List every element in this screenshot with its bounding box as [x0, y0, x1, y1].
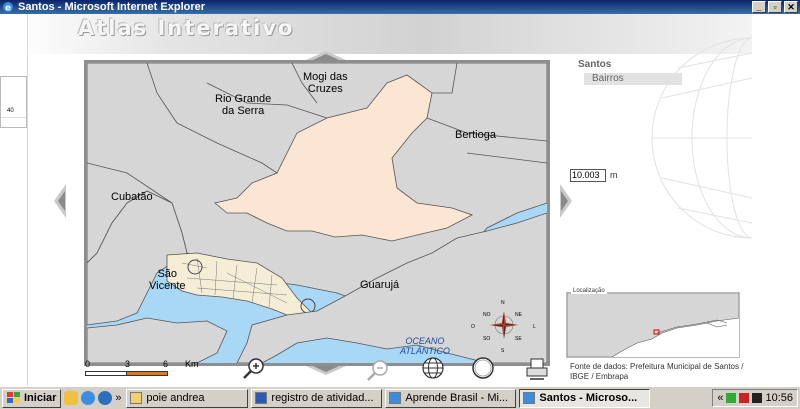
compass-so: SO — [483, 336, 491, 342]
network-icon[interactable] — [726, 393, 737, 403]
ie-icon — [389, 392, 402, 404]
label-rio-grande-da-serra: Rio Grande da Serra — [215, 93, 272, 117]
pan-left-arrow[interactable] — [52, 184, 66, 218]
start-button[interactable]: Iniciar — [2, 388, 62, 408]
label-oceano-atlantico: OCEANO ATLÂNTICO — [400, 336, 450, 356]
tray-chevron[interactable]: « — [717, 392, 723, 404]
task-registro-de-atividades[interactable]: registro de atividad... — [251, 388, 383, 408]
compass-l: L — [533, 324, 536, 330]
bairros-button[interactable]: Bairros — [584, 73, 682, 85]
zoom-scale-input[interactable]: 10.003 — [570, 169, 606, 182]
taskbar: Iniciar » poie andrea registro de ativid… — [0, 386, 800, 409]
svg-text:e: e — [5, 4, 11, 14]
start-label: Iniciar — [24, 392, 57, 404]
zoom-unit: m — [610, 170, 618, 180]
scale-thumbnail[interactable]: 40 — [0, 76, 27, 128]
minimize-button[interactable]: _ — [752, 1, 766, 13]
word-icon — [255, 392, 268, 404]
scale-bar: 0 3 6 Km — [83, 359, 199, 389]
close-button[interactable]: ✕ — [784, 1, 798, 13]
location-minimap[interactable]: Localização — [566, 288, 740, 358]
task-label: registro de atividad... — [271, 392, 374, 404]
windows-logo-icon — [7, 392, 20, 403]
clock-tool[interactable] — [470, 356, 496, 382]
task-label: poie andrea — [146, 392, 205, 404]
pan-up-arrow[interactable] — [301, 50, 351, 60]
compass-se: SE — [515, 336, 522, 342]
maximize-button[interactable]: ▫ — [768, 1, 782, 13]
scale-tick-3: 3 — [125, 359, 131, 369]
compass-n: N — [501, 300, 505, 306]
ie-icon: e — [3, 2, 13, 14]
label-bertioga: Bertioga — [455, 129, 496, 141]
system-tray: « 10:56 — [712, 389, 798, 407]
task-poie-andrea[interactable]: poie andrea — [126, 388, 249, 408]
map-drawing — [87, 63, 547, 363]
compass-o: O — [471, 324, 475, 330]
label-sao-vicente: São Vicente — [149, 268, 186, 292]
volume-icon[interactable] — [752, 393, 763, 403]
scale-value: 40 — [7, 108, 14, 114]
label-guaruja: Guarujá — [360, 279, 400, 291]
quicklaunch-browser-icon[interactable] — [98, 391, 113, 405]
globe-tool[interactable] — [420, 356, 446, 382]
app-title: Atlas Interativo — [78, 16, 295, 40]
city-name: Santos — [578, 59, 612, 70]
task-santos-active[interactable]: Santos - Microso... — [519, 388, 651, 408]
window-title: Santos - Microsoft Internet Explorer — [18, 1, 206, 13]
task-aprende-brasil[interactable]: Aprende Brasil - Mi... — [385, 388, 517, 408]
clock: 10:56 — [765, 392, 793, 404]
label-mogi-das-cruzes: Mogi das Cruzes — [303, 71, 348, 95]
task-label: Aprende Brasil - Mi... — [405, 392, 509, 404]
zoom-in-tool[interactable] — [241, 356, 267, 382]
compass-ne: NE — [515, 312, 522, 318]
location-label: Localização — [571, 288, 607, 294]
atlas-app: Atlas Interativo Mogi das Cruzes Rio Gra… — [28, 14, 752, 386]
ie-icon — [523, 392, 536, 404]
scale-tick-0: 0 — [85, 359, 91, 369]
print-tool[interactable] — [524, 356, 550, 382]
scale-unit: Km — [185, 359, 199, 369]
folder-icon — [130, 392, 143, 404]
quicklaunch-ie-icon[interactable] — [81, 391, 96, 405]
left-panel: 40 — [0, 14, 28, 386]
antivirus-icon[interactable] — [739, 393, 750, 403]
minimap-drawing — [566, 292, 740, 358]
compass-no: NO — [483, 312, 491, 318]
zoom-out-tool[interactable] — [365, 356, 391, 382]
title-bar: e Santos - Microsoft Internet Explorer _… — [0, 0, 800, 14]
data-source-note: Fonte de dados: Prefeitura Municipal de … — [570, 362, 744, 381]
quicklaunch-chevron[interactable]: » — [115, 392, 123, 404]
map-view[interactable]: Mogi das Cruzes Rio Grande da Serra Bert… — [84, 60, 550, 366]
scale-tick-6: 6 — [163, 359, 169, 369]
pan-down-arrow[interactable] — [301, 366, 351, 376]
quicklaunch-outlook-icon[interactable] — [64, 391, 79, 405]
task-label: Santos - Microso... — [539, 392, 638, 404]
compass-s: S — [501, 348, 505, 354]
label-cubatao: Cubatão — [111, 191, 153, 203]
